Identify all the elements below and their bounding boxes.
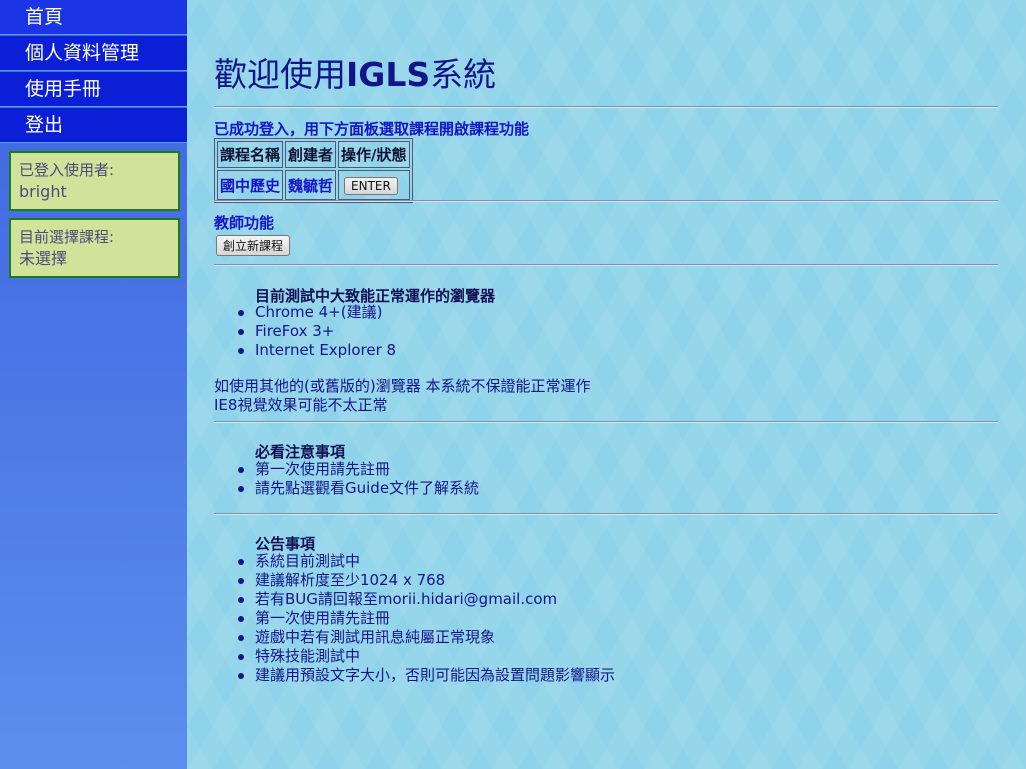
column-course-name: 課程名稱 xyxy=(217,141,284,168)
announcements-title: 公告事項 xyxy=(255,535,316,553)
announcements-list: 系統目前測試中 建議解析度至少1024 x 768 若有BUG請回報至morii… xyxy=(215,552,615,685)
logged-in-user-label: 已登入使用者: xyxy=(19,161,115,179)
course-name-cell[interactable]: 國中歷史 xyxy=(217,170,284,200)
divider xyxy=(214,513,998,515)
nav-logout[interactable]: 登出 xyxy=(0,108,187,143)
page-title-suffix: 系統 xyxy=(430,55,497,94)
divider xyxy=(214,264,998,266)
selected-course-label: 目前選擇課程: xyxy=(19,228,115,246)
list-item: 請先點選觀看Guide文件了解系統 xyxy=(215,479,479,498)
page-title: 歡迎使用IGLS系統 xyxy=(214,48,496,96)
must-read-notices-title: 必看注意事項 xyxy=(255,443,346,461)
login-success-message: 已成功登入，用下方面板選取課程開啟課程功能 xyxy=(214,120,530,138)
page-title-prefix: 歡迎使用 xyxy=(214,55,346,94)
logged-in-username: bright xyxy=(19,182,67,201)
list-item: 系統目前測試中 xyxy=(215,552,615,571)
list-item: Chrome 4+(建議) xyxy=(215,303,396,322)
divider xyxy=(214,421,998,423)
course-creator-cell[interactable]: 魏毓哲 xyxy=(285,170,337,200)
list-item: 建議用預設文字大小，否則可能因為設置問題影響顯示 xyxy=(215,666,615,685)
column-creator: 創建者 xyxy=(285,141,337,168)
ie8-note: IE8視覺效果可能不太正常 xyxy=(214,396,388,414)
nav-profile-management[interactable]: 個人資料管理 xyxy=(0,36,187,71)
list-item: 建議解析度至少1024 x 768 xyxy=(215,571,615,590)
enter-course-button[interactable]: ENTER xyxy=(344,176,398,195)
divider xyxy=(214,200,998,202)
nav-user-manual[interactable]: 使用手冊 xyxy=(0,72,187,107)
sidebar: 首頁 個人資料管理 使用手冊 登出 已登入使用者: bright 目前選擇課程:… xyxy=(0,0,187,769)
list-item: 遊戲中若有測試用訊息純屬正常現象 xyxy=(215,628,615,647)
table-row: 國中歷史 魏毓哲 ENTER xyxy=(217,170,410,200)
list-item: 第一次使用請先註冊 xyxy=(215,460,479,479)
course-table-header: 課程名稱 創建者 操作/狀態 xyxy=(217,141,410,168)
logged-in-user-box: 已登入使用者: bright xyxy=(9,151,180,211)
selected-course-value: 未選擇 xyxy=(19,249,68,268)
list-item: 特殊技能測試中 xyxy=(215,647,615,666)
main-content: 歡迎使用IGLS系統 已成功登入，用下方面板選取課程開啟課程功能 課程名稱 創建… xyxy=(187,0,1026,769)
course-action-cell: ENTER xyxy=(338,170,410,200)
supported-browsers-list: Chrome 4+(建議) FireFox 3+ Internet Explor… xyxy=(215,303,396,360)
list-item: 若有BUG請回報至morii.hidari@gmail.com xyxy=(215,590,615,609)
list-item: Internet Explorer 8 xyxy=(215,341,396,360)
column-action-status: 操作/狀態 xyxy=(338,141,410,168)
must-read-notices-list: 第一次使用請先註冊 請先點選觀看Guide文件了解系統 xyxy=(215,460,479,498)
nav-home[interactable]: 首頁 xyxy=(0,0,187,35)
divider xyxy=(214,106,998,108)
course-table: 課程名稱 創建者 操作/狀態 國中歷史 魏毓哲 ENTER xyxy=(214,138,413,203)
selected-course-box: 目前選擇課程: 未選擇 xyxy=(9,218,180,278)
page-title-brand: IGLS xyxy=(346,55,431,94)
browser-warning-note: 如使用其他的(或舊版的)瀏覽器 本系統不保證能正常運作 xyxy=(214,377,591,395)
teacher-functions-title: 教師功能 xyxy=(214,214,275,232)
create-course-button[interactable]: 創立新課程 xyxy=(216,235,291,256)
list-item: 第一次使用請先註冊 xyxy=(215,609,615,628)
list-item: FireFox 3+ xyxy=(215,322,396,341)
